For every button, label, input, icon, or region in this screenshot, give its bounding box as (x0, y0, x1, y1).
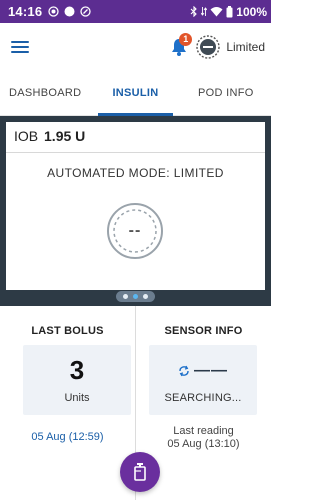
last-bolus-box: 3 Units (23, 345, 131, 415)
battery-icon (226, 5, 233, 17)
data-arrows-icon (201, 7, 208, 16)
iob-value: 1.95 U (44, 128, 86, 144)
status-bar: 14:16 100% (0, 0, 271, 23)
iob-label: IOB (14, 128, 39, 144)
status-time: 14:16 (8, 4, 43, 19)
carousel-dot-active[interactable] (133, 294, 138, 299)
iob-row: IOB 1.95 U (14, 128, 85, 144)
bolus-button[interactable] (120, 452, 160, 492)
dot-icon (64, 6, 75, 17)
divider (6, 152, 265, 153)
last-reading-date: 05 Aug (13:10) (167, 438, 240, 450)
wifi-icon (210, 7, 223, 17)
sensor-info-title: SENSOR INFO (164, 325, 243, 337)
tab-pod-info[interactable]: POD INFO (181, 70, 271, 115)
sync-icon (179, 365, 189, 377)
tab-dashboard[interactable]: DASHBOARD (0, 70, 90, 115)
notification-icon (80, 6, 91, 17)
sensor-value: —— (194, 362, 228, 379)
automated-mode-status: AUTOMATED MODE: LIMITED (47, 166, 224, 180)
mode-label[interactable]: Limited (226, 40, 265, 54)
notification-badge: 1 (179, 32, 193, 46)
bluetooth-icon (190, 6, 198, 17)
bolus-icon (134, 463, 146, 481)
sensor-status: SEARCHING... (164, 392, 242, 404)
notifications-button[interactable]: 1 (168, 32, 193, 58)
last-bolus-title: LAST BOLUS (31, 325, 104, 337)
carousel-dot[interactable] (123, 294, 128, 299)
gauge-value: -- (128, 222, 142, 239)
last-bolus-date: 05 Aug (12:59) (31, 431, 104, 443)
automated-mode-icon[interactable] (196, 34, 221, 59)
insulin-carousel[interactable]: IOB 1.95 U AUTOMATED MODE: LIMITED -- (0, 116, 271, 306)
hamburger-menu-icon[interactable] (10, 39, 30, 55)
last-reading: Last reading 05 Aug (13:10) (136, 425, 271, 451)
sensor-box: —— SEARCHING... (149, 345, 257, 415)
tab-bar: DASHBOARD INSULIN POD INFO (0, 70, 271, 116)
tab-insulin[interactable]: INSULIN (90, 70, 180, 116)
app-bar: 1 Limited (0, 23, 271, 70)
carousel-indicator[interactable] (0, 291, 271, 302)
carousel-dot[interactable] (143, 294, 148, 299)
last-bolus-value: 3 (69, 355, 85, 385)
insulin-card: IOB 1.95 U AUTOMATED MODE: LIMITED -- (6, 122, 265, 290)
record-icon (48, 6, 59, 17)
battery-level: 100% (236, 4, 267, 19)
last-reading-label: Last reading (173, 425, 234, 437)
last-bolus-card[interactable]: LAST BOLUS 3 Units 05 Aug (12:59) (0, 306, 135, 500)
last-bolus-unit: Units (64, 392, 90, 404)
